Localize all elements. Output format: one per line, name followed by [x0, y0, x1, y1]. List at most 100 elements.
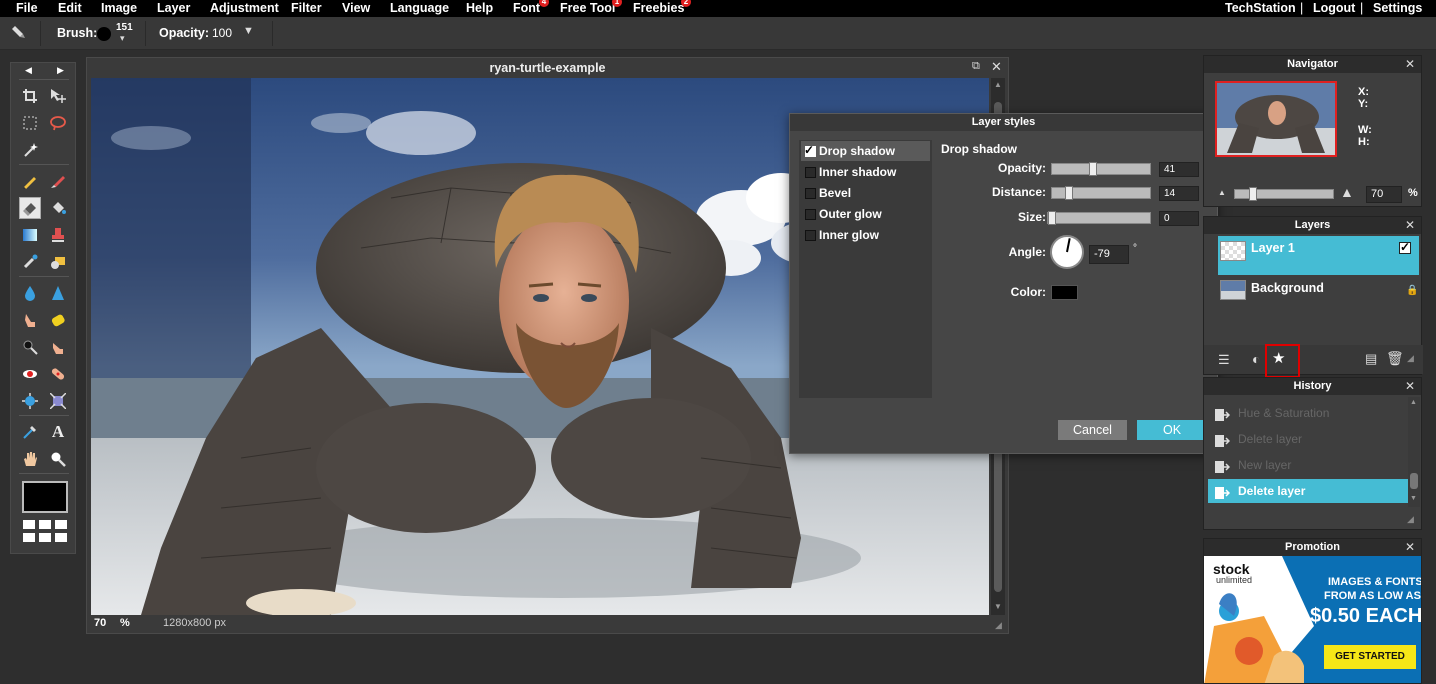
style-item-drop-shadow[interactable]: ✓ Drop shadow [801, 141, 930, 161]
marquee-tool-icon[interactable] [19, 112, 41, 134]
hand-tool-icon[interactable] [19, 448, 41, 470]
menu-edit[interactable]: Edit [58, 1, 82, 15]
zoom-input[interactable]: 70 [1366, 186, 1402, 203]
chevron-left-icon[interactable]: ◀ [25, 65, 32, 76]
zoom-input[interactable]: 70 [94, 617, 106, 629]
chevron-down-icon[interactable]: ▼ [243, 25, 254, 37]
checkbox[interactable] [805, 209, 816, 220]
layer-settings-icon[interactable]: ☰ [1218, 352, 1230, 368]
gradient-tool-icon[interactable] [19, 224, 41, 246]
spot-heal-icon[interactable] [47, 363, 69, 385]
settings-link[interactable]: Settings [1373, 1, 1422, 15]
trash-icon[interactable]: 🗑 [1386, 350, 1404, 367]
style-item-bevel[interactable]: Bevel [801, 183, 930, 203]
slider-knob[interactable] [1249, 187, 1257, 201]
blur-tool-icon[interactable] [19, 282, 41, 304]
menu-language[interactable]: Language [390, 1, 449, 15]
grid-view-icon[interactable] [23, 518, 67, 546]
brush-tool-icon[interactable] [47, 170, 69, 192]
stamp-tool-icon[interactable] [47, 224, 69, 246]
distance-input[interactable]: 14 [1159, 186, 1199, 201]
opacity-input[interactable]: 41 [1159, 162, 1199, 177]
cancel-button[interactable]: Cancel [1058, 420, 1127, 440]
pencil-tool-icon[interactable] [19, 170, 41, 192]
history-item[interactable]: New layer [1208, 453, 1408, 477]
zoom-tool-icon[interactable] [47, 448, 69, 470]
new-layer-icon[interactable]: ▤ [1365, 351, 1377, 367]
user-name[interactable]: TechStation [1225, 1, 1296, 15]
menu-image[interactable]: Image [101, 1, 137, 15]
text-tool-icon[interactable]: A [47, 421, 69, 443]
angle-input[interactable]: -79 [1089, 245, 1129, 264]
slider-knob[interactable] [1089, 162, 1097, 176]
layer-styles-icon[interactable]: ★ [1272, 349, 1285, 367]
style-item-outer-glow[interactable]: Outer glow [801, 204, 930, 224]
checkbox[interactable] [805, 188, 816, 199]
navigator-thumbnail[interactable] [1215, 81, 1337, 157]
resize-grip-icon[interactable]: ◢ [995, 620, 1002, 631]
close-icon[interactable]: ✕ [1405, 56, 1415, 73]
scroll-up-icon[interactable]: ▲ [1410, 399, 1417, 406]
scroll-down-icon[interactable]: ▼ [994, 602, 1002, 611]
slider-knob[interactable] [1048, 211, 1056, 225]
menu-layer[interactable]: Layer [157, 1, 190, 15]
menu-help[interactable]: Help [466, 1, 493, 15]
size-input[interactable]: 0 [1159, 211, 1199, 226]
dodge-tool-icon[interactable] [19, 336, 41, 358]
burn-tool-icon[interactable] [47, 336, 69, 358]
pinch-tool-icon[interactable] [47, 390, 69, 412]
checkbox[interactable] [805, 167, 816, 178]
lasso-tool-icon[interactable] [47, 112, 69, 134]
layer-name[interactable]: Background [1251, 281, 1324, 295]
checkbox[interactable] [805, 230, 816, 241]
zoom-out-icon[interactable]: ▲ [1218, 188, 1226, 197]
angle-dial[interactable] [1049, 234, 1085, 270]
crop-tool-icon[interactable] [19, 85, 41, 107]
close-icon[interactable]: ✕ [1405, 378, 1415, 395]
magic-wand-icon[interactable] [19, 139, 41, 161]
layer-row-layer-1[interactable]: Layer 1 ✓ [1218, 236, 1419, 275]
history-item-selected[interactable]: Delete layer [1208, 479, 1408, 503]
close-icon[interactable]: ✕ [991, 59, 1002, 75]
chevron-down-icon[interactable]: ▾ [120, 33, 125, 44]
distance-slider[interactable] [1051, 186, 1151, 200]
brush-preview[interactable] [97, 27, 111, 41]
layer-name[interactable]: Layer 1 [1251, 241, 1295, 255]
style-item-inner-glow[interactable]: Inner glow [801, 225, 930, 245]
color-swatch[interactable] [1051, 285, 1078, 300]
layer-visibility-checkbox[interactable]: ✓ [1399, 240, 1411, 254]
close-icon[interactable]: ✕ [1405, 217, 1415, 234]
restore-window-icon[interactable]: ⧉ [972, 60, 980, 73]
close-icon[interactable]: ✕ [1405, 539, 1415, 556]
scroll-up-icon[interactable]: ▲ [994, 80, 1002, 89]
brush-size[interactable]: 151 [116, 22, 133, 33]
get-started-button[interactable]: GET STARTED [1324, 645, 1416, 669]
opacity-value[interactable]: 100 [212, 26, 232, 40]
history-scrollbar[interactable]: ▲ ▼ [1408, 397, 1420, 507]
zoom-in-icon[interactable]: ▲ [1340, 184, 1354, 200]
drawing-tool-icon[interactable] [47, 251, 69, 273]
zoom-slider[interactable] [1234, 187, 1334, 201]
menu-font[interactable]: Font [513, 1, 540, 15]
paint-bucket-icon[interactable] [47, 197, 69, 219]
red-eye-icon[interactable] [19, 363, 41, 385]
menu-free-tool[interactable]: Free Tool [560, 1, 615, 15]
scrollbar-thumb[interactable] [1410, 473, 1418, 489]
menu-view[interactable]: View [342, 1, 370, 15]
color-replace-icon[interactable] [19, 251, 41, 273]
layer-row-background[interactable]: Background 🔒 [1218, 277, 1419, 305]
sharpen-tool-icon[interactable] [47, 282, 69, 304]
bloat-tool-icon[interactable] [19, 390, 41, 412]
color-picker-icon[interactable] [19, 421, 41, 443]
foreground-color-swatch[interactable] [22, 481, 68, 513]
menu-adjustment[interactable]: Adjustment [210, 1, 279, 15]
resize-grip-icon[interactable]: ◢ [1407, 514, 1414, 525]
logout-link[interactable]: Logout [1313, 1, 1355, 15]
smudge-tool-icon[interactable] [19, 309, 41, 331]
menu-file[interactable]: File [16, 1, 38, 15]
scroll-down-icon[interactable]: ▼ [1410, 495, 1417, 502]
slider-knob[interactable] [1065, 186, 1073, 200]
style-item-inner-shadow[interactable]: Inner shadow [801, 162, 930, 182]
ok-button[interactable]: OK [1137, 420, 1207, 440]
move-tool-icon[interactable] [47, 85, 69, 107]
